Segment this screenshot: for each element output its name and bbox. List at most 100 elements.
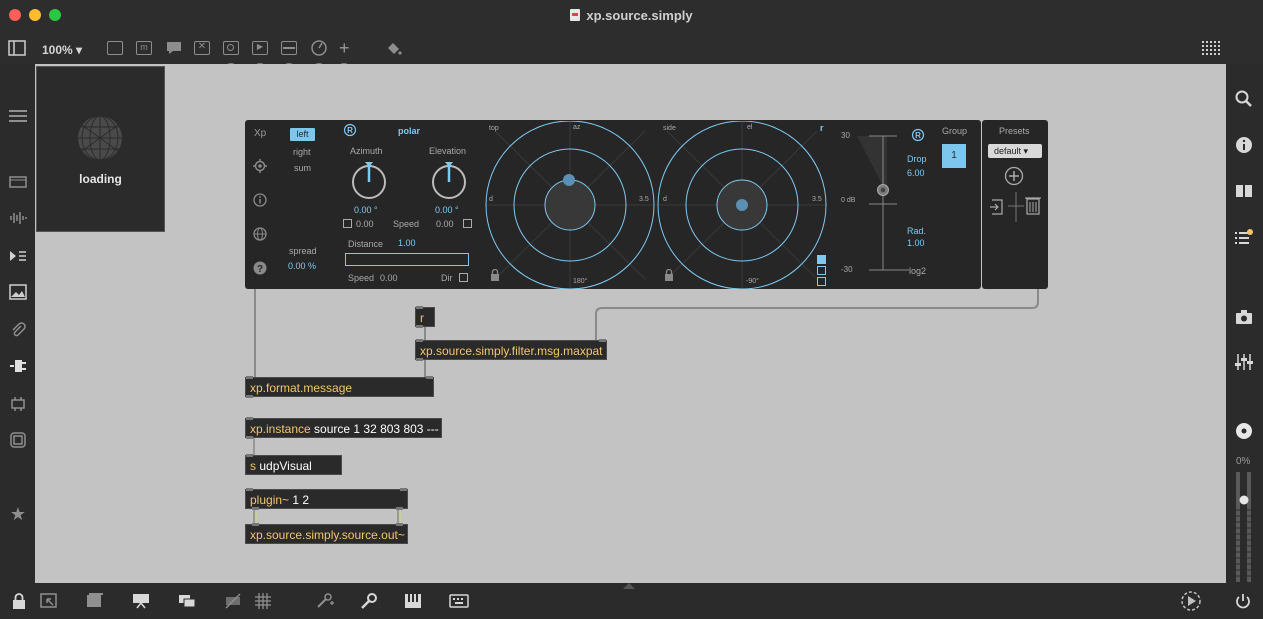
r-badge-icon[interactable]: R (343, 123, 357, 137)
rad-value[interactable]: 1.00 (907, 238, 925, 248)
hamburger-menu-icon[interactable] (8, 106, 28, 126)
wrench-icon[interactable] (358, 591, 380, 611)
loading-panel: loading (36, 66, 165, 232)
info-circle-icon[interactable] (253, 193, 267, 207)
waveform-icon[interactable] (8, 208, 28, 228)
help-icon[interactable]: ? (253, 261, 267, 275)
presentation-edit-icon[interactable] (38, 591, 60, 611)
plugin-object[interactable]: plugin~ 1 2 (245, 488, 408, 510)
object-class: xp.source.simply.filter.msg.maxpat (420, 344, 603, 358)
drop-label: Drop (907, 154, 927, 164)
coordinate-mode[interactable]: polar (398, 126, 420, 136)
top-view-left: d (489, 196, 493, 203)
world-globe-icon[interactable] (253, 227, 267, 241)
filter-object[interactable]: xp.source.simply.filter.msg.maxpat (415, 339, 607, 361)
globe-icon (78, 115, 122, 161)
paint-bucket-icon[interactable] (385, 38, 403, 58)
add-preset-icon[interactable] (1004, 166, 1024, 186)
slider-object-icon[interactable] (281, 38, 297, 67)
meter-mid-label: 0 dB (841, 197, 856, 204)
top-view-display[interactable] (485, 121, 655, 289)
distance-speed-value[interactable]: 0.00 (380, 273, 398, 283)
settings-gear-icon[interactable] (253, 159, 267, 173)
send-object[interactable]: s udpVisual (245, 454, 342, 475)
console-icon[interactable] (8, 172, 28, 192)
dir-checkbox[interactable] (459, 273, 468, 282)
left-sidebar: ★ (0, 64, 35, 583)
dial-object-icon[interactable] (310, 38, 328, 67)
preset-dropdown[interactable]: default ▾ (988, 144, 1042, 158)
distance-slider[interactable] (345, 253, 469, 266)
hide-objects-icon[interactable] (222, 591, 244, 611)
view-select-3[interactable] (817, 277, 826, 286)
azimuth-speed-value[interactable]: 0.00 (356, 219, 374, 229)
channel-right-button[interactable]: right (293, 147, 311, 157)
bottom-bar (0, 583, 1263, 619)
list-notification-icon[interactable] (1233, 226, 1255, 248)
elevation-speed-checkbox[interactable] (463, 219, 472, 228)
format-message-object[interactable]: xp.format.message (245, 376, 434, 398)
toggle-object-icon[interactable] (223, 38, 239, 67)
zoom-dropdown[interactable]: 100% ▾ (42, 40, 82, 60)
view-select-2[interactable] (817, 266, 826, 275)
receive-object[interactable]: r (415, 306, 435, 328)
channel-sum-button[interactable]: sum (294, 163, 311, 173)
drop-value[interactable]: 6.00 (907, 168, 925, 178)
comment-icon[interactable] (165, 38, 183, 58)
elevation-speed-value[interactable]: 0.00 (436, 219, 454, 229)
presentation-mode-icon[interactable] (84, 591, 106, 611)
paperclip-icon[interactable] (8, 320, 28, 340)
instance-object[interactable]: xp.instance source 1 32 803 803 --- (245, 417, 442, 439)
elevation-dial[interactable] (429, 160, 469, 200)
new-message-icon[interactable]: m (136, 38, 152, 58)
computer-keyboard-icon[interactable] (448, 591, 470, 611)
sidebar-toggle-icon[interactable] (8, 38, 26, 58)
transport-icon[interactable] (1180, 591, 1202, 611)
lock-icon[interactable] (490, 269, 500, 281)
audio-on-icon[interactable] (1233, 420, 1255, 442)
sequence-icon[interactable] (8, 246, 28, 266)
projector-icon[interactable] (130, 591, 152, 611)
lock-patcher-icon[interactable] (8, 591, 30, 611)
r-toggle-icon[interactable]: R (911, 128, 925, 142)
side-lock-icon[interactable] (664, 269, 674, 281)
top-view-axis: az (573, 124, 581, 131)
new-object-icon[interactable] (107, 38, 123, 58)
spread-value[interactable]: 0.00 % (288, 261, 316, 271)
object-class: plugin~ (250, 493, 290, 507)
group-number[interactable]: 1 (942, 144, 966, 168)
power-dsp-icon[interactable] (1232, 591, 1254, 611)
hardware-icon[interactable] (8, 394, 28, 414)
side-view-display[interactable] (657, 121, 827, 289)
object-class: r (420, 311, 424, 325)
frame-icon[interactable] (8, 430, 28, 450)
plug-icon[interactable] (8, 356, 28, 376)
grid-icon[interactable] (252, 591, 274, 611)
snapshot-camera-icon[interactable] (1233, 306, 1255, 328)
play-object-icon[interactable]: ▶ (252, 38, 268, 67)
source-out-object[interactable]: xp.source.simply.source.out~ (245, 523, 408, 544)
mixer-sliders-icon[interactable] (1233, 351, 1255, 373)
piano-keyboard-icon[interactable] (402, 591, 424, 611)
windows-stack-icon[interactable] (176, 591, 198, 611)
image-icon[interactable] (8, 282, 28, 302)
view-select-1[interactable] (817, 255, 826, 264)
grid-dots-icon[interactable] (1201, 38, 1223, 58)
volume-slider[interactable] (1235, 472, 1253, 582)
volume-percent: 0% (1236, 456, 1251, 467)
azimuth-speed-checkbox[interactable] (343, 219, 352, 228)
drop-meter[interactable] (857, 134, 913, 274)
azimuth-label: Azimuth (350, 146, 383, 156)
distance-value: 1.00 (398, 238, 416, 248)
object-class: xp.instance (250, 422, 311, 436)
add-object-icon[interactable]: + (339, 38, 350, 67)
zoom-value: 100% (42, 43, 73, 57)
debug-probe-icon[interactable] (314, 591, 336, 611)
inspector-info-icon[interactable] (1233, 134, 1255, 156)
reference-book-icon[interactable] (1233, 180, 1255, 202)
button-object-icon[interactable]: ✕ (194, 38, 210, 58)
azimuth-dial[interactable] (349, 160, 389, 200)
channel-left-button[interactable]: left (290, 128, 315, 141)
star-icon[interactable]: ★ (8, 504, 28, 524)
search-icon[interactable] (1233, 88, 1255, 110)
